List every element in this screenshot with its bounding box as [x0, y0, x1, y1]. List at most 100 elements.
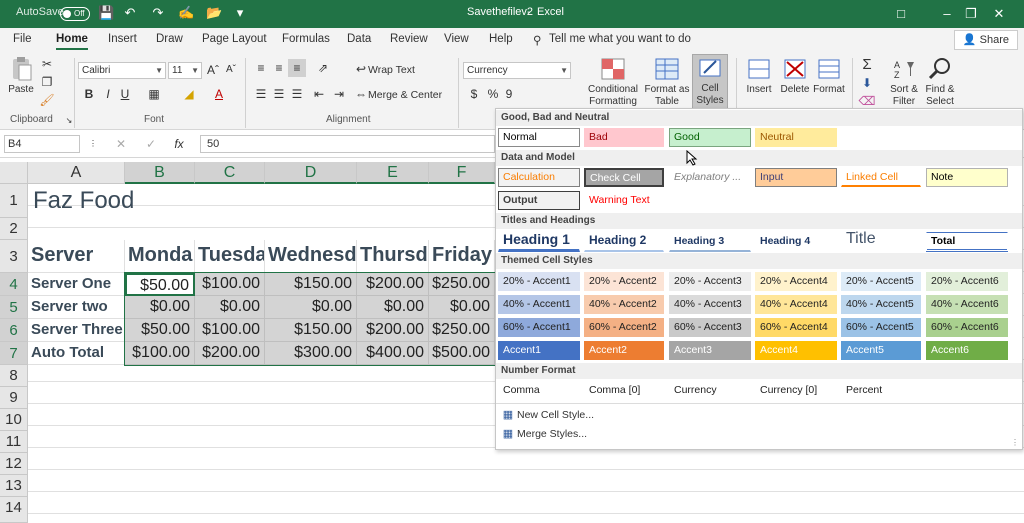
- tab-draw[interactable]: Draw: [156, 33, 183, 45]
- header-cell[interactable]: Wednesd: [265, 240, 357, 273]
- enter-icon[interactable]: ✓: [142, 135, 160, 153]
- value-cell[interactable]: $500.00: [429, 342, 495, 365]
- font-size-select[interactable]: 11 ▼: [168, 62, 202, 79]
- close-icon[interactable]: ✕: [976, 0, 1022, 28]
- tell-me-search[interactable]: Tell me what you want to do: [549, 33, 691, 45]
- column-header[interactable]: E: [357, 162, 429, 184]
- style-20-accent6[interactable]: 20% - Accent6: [926, 272, 1008, 291]
- style-heading-1[interactable]: Heading 1: [498, 230, 580, 252]
- style-60-accent2[interactable]: 60% - Accent2: [584, 318, 664, 337]
- name-box[interactable]: B4: [4, 135, 80, 153]
- style-accent1[interactable]: Accent1: [498, 341, 580, 360]
- style-40-accent2[interactable]: 40% - Accent2: [584, 295, 664, 314]
- style-heading-3[interactable]: Heading 3: [669, 232, 751, 252]
- value-cell[interactable]: $100.00: [125, 342, 195, 365]
- row-header[interactable]: 2: [0, 218, 28, 240]
- style-20-accent4[interactable]: 20% - Accent4: [755, 272, 837, 291]
- column-header[interactable]: C: [195, 162, 265, 184]
- style-40-accent6[interactable]: 40% - Accent6: [926, 295, 1008, 314]
- row-header[interactable]: 7: [0, 342, 28, 365]
- copy-icon[interactable]: ❐: [38, 73, 56, 91]
- search-icon[interactable]: ⚲: [533, 33, 541, 47]
- row-header[interactable]: 14: [0, 497, 28, 523]
- column-header[interactable]: F: [429, 162, 495, 184]
- style-40-accent4[interactable]: 40% - Accent4: [755, 295, 837, 314]
- style-40-accent5[interactable]: 40% - Accent5: [841, 295, 921, 314]
- style-20-accent2[interactable]: 20% - Accent2: [584, 272, 664, 291]
- style-good[interactable]: Good: [669, 128, 751, 147]
- align-middle-icon[interactable]: ≡: [270, 59, 288, 77]
- wrap-text-button[interactable]: Wrap Text: [368, 64, 415, 76]
- row-header[interactable]: 1: [0, 184, 28, 218]
- value-cell[interactable]: $300.00: [265, 342, 357, 365]
- value-cell[interactable]: $50.00: [125, 319, 195, 342]
- column-header[interactable]: D: [265, 162, 357, 184]
- style-output[interactable]: Output: [498, 191, 580, 210]
- value-cell[interactable]: $200.00: [357, 273, 429, 296]
- dialog-launcher-icon[interactable]: ↘: [60, 112, 78, 130]
- tab-formulas[interactable]: Formulas: [282, 33, 330, 45]
- tab-file[interactable]: File: [13, 33, 32, 45]
- style-accent3[interactable]: Accent3: [669, 341, 751, 360]
- style-currency-0[interactable]: Currency [0]: [755, 381, 837, 400]
- server-name-cell[interactable]: Server two: [28, 296, 125, 319]
- value-cell[interactable]: $0.00: [357, 296, 429, 319]
- sheet-title-cell[interactable]: Faz Food: [28, 184, 228, 218]
- value-cell[interactable]: $150.00: [265, 273, 357, 296]
- format-as-table-button[interactable]: Format as Table: [644, 56, 690, 108]
- style-40-accent3[interactable]: 40% - Accent3: [669, 295, 751, 314]
- value-cell[interactable]: $150.00: [265, 319, 357, 342]
- style-accent4[interactable]: Accent4: [755, 341, 837, 360]
- active-cell[interactable]: $50.00: [125, 273, 195, 296]
- column-header[interactable]: B: [125, 162, 195, 184]
- style-total[interactable]: Total: [926, 232, 1008, 252]
- align-bottom-icon[interactable]: ≡: [288, 59, 306, 77]
- row-header[interactable]: 5: [0, 296, 28, 319]
- accounting-format-icon[interactable]: $: [465, 85, 483, 103]
- borders-icon[interactable]: ▦: [145, 85, 163, 103]
- style-explanatory[interactable]: Explanatory ...: [669, 168, 751, 187]
- formula-input[interactable]: 50: [200, 135, 495, 153]
- tab-insert[interactable]: Insert: [108, 33, 137, 45]
- value-cell[interactable]: $250.00: [429, 319, 495, 342]
- style-linked-cell[interactable]: Linked Cell: [841, 168, 921, 187]
- italic-icon[interactable]: I: [99, 85, 117, 103]
- style-warning-text[interactable]: Warning Text: [584, 191, 664, 210]
- increase-indent-icon[interactable]: ⇥: [330, 85, 348, 103]
- comma-style-icon[interactable]: 9: [500, 85, 518, 103]
- header-cell[interactable]: Tuesda: [195, 240, 265, 273]
- header-cell[interactable]: Server: [28, 240, 125, 273]
- row-header[interactable]: 13: [0, 475, 28, 497]
- format-painter-icon[interactable]: 🖌: [38, 91, 56, 109]
- style-percent[interactable]: Percent: [841, 381, 921, 400]
- cancel-icon[interactable]: ✕: [112, 135, 130, 153]
- number-format-select[interactable]: Currency ▼: [463, 62, 571, 79]
- row-header[interactable]: 6: [0, 319, 28, 342]
- autosum-icon[interactable]: Σ: [858, 56, 876, 74]
- format-cells-button[interactable]: Format: [812, 56, 846, 96]
- new-cell-style-link[interactable]: New Cell Style...: [517, 409, 594, 421]
- tab-home[interactable]: Home: [56, 33, 88, 50]
- save-icon[interactable]: 💾: [98, 5, 114, 21]
- find-select-button[interactable]: Find & Select: [922, 56, 958, 108]
- style-normal[interactable]: Normal: [498, 128, 580, 147]
- tab-view[interactable]: View: [444, 33, 469, 45]
- style-20-accent1[interactable]: 20% - Accent1: [498, 272, 580, 291]
- value-cell[interactable]: $0.00: [125, 296, 195, 319]
- fill-icon[interactable]: ⬇: [858, 74, 876, 92]
- style-60-accent4[interactable]: 60% - Accent4: [755, 318, 837, 337]
- fill-color-icon[interactable]: ◢: [180, 85, 198, 103]
- value-cell[interactable]: $100.00: [195, 319, 265, 342]
- cut-icon[interactable]: ✂: [38, 55, 56, 73]
- delete-cells-button[interactable]: Delete: [778, 56, 812, 96]
- select-all-corner[interactable]: [0, 162, 28, 184]
- value-cell[interactable]: $0.00: [195, 296, 265, 319]
- paste-button[interactable]: Paste: [6, 56, 36, 96]
- header-cell[interactable]: Friday: [429, 240, 495, 273]
- align-top-icon[interactable]: ≡: [252, 59, 270, 77]
- tab-review[interactable]: Review: [390, 33, 428, 45]
- value-cell[interactable]: $400.00: [357, 342, 429, 365]
- style-20-accent5[interactable]: 20% - Accent5: [841, 272, 921, 291]
- touch-mode-icon[interactable]: ✍: [178, 5, 194, 21]
- font-family-select[interactable]: Calibri ▼: [78, 62, 166, 79]
